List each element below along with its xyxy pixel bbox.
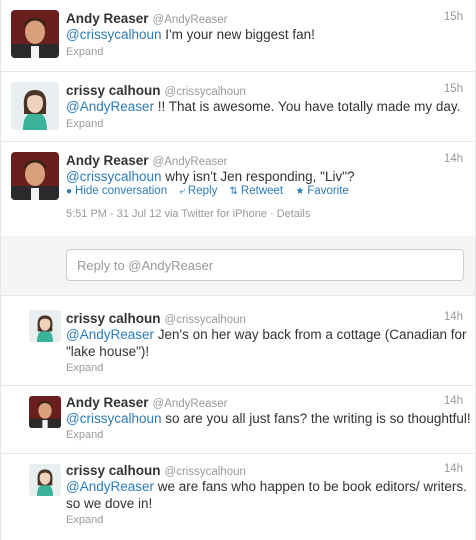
reply-label: Reply — [187, 185, 218, 197]
tweet-header: Andy Reaser @AndyReaser — [66, 394, 228, 410]
user-handle[interactable]: @AndyReaser — [153, 14, 228, 26]
reply-arrow-icon: ⤶ — [179, 186, 185, 197]
mention-link[interactable]: @AndyReaser — [66, 327, 154, 342]
avatar[interactable] — [11, 152, 59, 200]
user-handle[interactable]: @AndyReaser — [153, 398, 228, 410]
tweet-text: @AndyReaser we are fans who happen to be… — [66, 478, 467, 495]
tweet-timestamp[interactable]: 14h — [444, 463, 463, 475]
expand-link[interactable]: Expand — [66, 362, 103, 374]
tweet-body: Jen's on her way back from a cottage (Ca… — [154, 327, 467, 342]
tweet-item[interactable]: Andy Reaser @AndyReaser 15h @crissycalhou… — [1, 0, 475, 72]
tweet-header: crissy calhoun @crissycalhoun — [66, 82, 246, 98]
expand-link[interactable]: Expand — [66, 514, 103, 526]
tweet-text: @crissycalhoun why isn't Jen responding,… — [66, 168, 355, 185]
expand-link[interactable]: Expand — [66, 118, 103, 130]
avatar[interactable] — [29, 396, 61, 428]
tweet-timestamp[interactable]: 15h — [444, 11, 463, 23]
tweet-text: @crissycalhoun so are you all just fans?… — [66, 410, 471, 427]
favorite-label: Favorite — [307, 185, 349, 197]
mention-link[interactable]: @AndyReaser — [66, 479, 154, 494]
tweet-item[interactable]: Andy Reaser @AndyReaser 14h @crissycalhou… — [1, 386, 475, 454]
retweet-button[interactable]: ⇅ Retweet — [230, 185, 284, 197]
speech-bubble-icon: ● — [66, 186, 73, 197]
tweet-text: @AndyReaser !! That is awesome. You have… — [66, 98, 460, 115]
avatar[interactable] — [11, 82, 59, 130]
user-handle[interactable]: @AndyReaser — [153, 156, 228, 168]
reply-button[interactable]: ⤶ Reply — [179, 185, 217, 197]
retweet-icon: ⇅ — [229, 186, 238, 197]
crissy-avatar-icon — [11, 82, 59, 130]
tweet-timestamp[interactable]: 14h — [444, 153, 463, 165]
user-name[interactable]: crissy calhoun — [66, 463, 161, 478]
tweet-header: Andy Reaser @AndyReaser — [66, 10, 228, 26]
mention-link[interactable]: @crissycalhoun — [66, 411, 162, 426]
tweet-item[interactable]: crissy calhoun @crissycalhoun 14h @AndyRe… — [1, 454, 475, 540]
tweet-actions: ● Hide conversation ⤶ Reply ⇅ Retweet ★ Favo… — [66, 185, 358, 197]
tweet-body: we are fans who happen to be book editor… — [154, 479, 467, 494]
user-name[interactable]: Andy Reaser — [66, 11, 149, 26]
tweet-item[interactable]: crissy calhoun @crissycalhoun 14h @AndyRe… — [1, 296, 475, 386]
tweet-header: Andy Reaser @AndyReaser — [66, 152, 228, 168]
user-name[interactable]: Andy Reaser — [66, 153, 149, 168]
expand-link[interactable]: Expand — [66, 46, 103, 58]
tweet-timestamp[interactable]: 14h — [444, 311, 463, 323]
user-name[interactable]: crissy calhoun — [66, 311, 161, 326]
user-name[interactable]: crissy calhoun — [66, 83, 161, 98]
tweet-text: @crissycalhoun I'm your new biggest fan! — [66, 26, 315, 43]
star-icon: ★ — [295, 186, 305, 197]
hide-conversation-button[interactable]: ● Hide conversation — [66, 185, 167, 197]
reply-section: Reply to @AndyReaser — [1, 236, 475, 296]
user-handle[interactable]: @crissycalhoun — [165, 466, 246, 478]
mention-link[interactable]: @AndyReaser — [66, 99, 154, 114]
tweet-timestamp[interactable]: 14h — [444, 395, 463, 407]
retweet-label: Retweet — [240, 185, 284, 197]
andy-avatar-icon — [11, 152, 59, 200]
tweet-text: @AndyReaser Jen's on her way back from a… — [66, 326, 467, 343]
crissy-avatar-icon — [29, 464, 61, 496]
tweet-header: crissy calhoun @crissycalhoun — [66, 462, 246, 478]
crissy-avatar-icon — [29, 310, 61, 342]
avatar[interactable] — [11, 10, 59, 58]
tweet-header: crissy calhoun @crissycalhoun — [66, 310, 246, 326]
andy-avatar-icon — [11, 10, 59, 58]
tweet-body: I'm your new biggest fan! — [161, 27, 315, 42]
expand-link[interactable]: Expand — [66, 429, 103, 441]
tweet-meta[interactable]: 5:51 PM - 31 Jul 12 via Twitter for iPho… — [66, 208, 310, 220]
tweet-text-line2: "lake house")! — [66, 344, 150, 359]
tweet-body: !! That is awesome. You have totally mad… — [154, 99, 461, 114]
user-name[interactable]: Andy Reaser — [66, 395, 149, 410]
tweet-timestamp[interactable]: 15h — [444, 83, 463, 95]
user-handle[interactable]: @crissycalhoun — [165, 86, 246, 98]
mention-link[interactable]: @crissycalhoun — [66, 169, 162, 184]
tweet-body: why isn't Jen responding, "Liv"? — [161, 169, 355, 184]
avatar[interactable] — [29, 464, 61, 496]
tweet-body: so are you all just fans? the writing is… — [161, 411, 471, 426]
mention-link[interactable]: @crissycalhoun — [66, 27, 162, 42]
andy-avatar-icon — [29, 396, 61, 428]
tweet-text-line2: so we dove in! — [66, 496, 153, 511]
hide-conversation-label: Hide conversation — [75, 185, 168, 197]
reply-input[interactable]: Reply to @AndyReaser — [66, 249, 464, 281]
tweet-item[interactable]: crissy calhoun @crissycalhoun 15h @AndyRe… — [1, 72, 475, 142]
conversation-thread: Andy Reaser @AndyReaser 15h @crissycalhou… — [0, 0, 476, 540]
user-handle[interactable]: @crissycalhoun — [165, 314, 246, 326]
favorite-button[interactable]: ★ Favorite — [295, 185, 349, 197]
avatar[interactable] — [29, 310, 61, 342]
